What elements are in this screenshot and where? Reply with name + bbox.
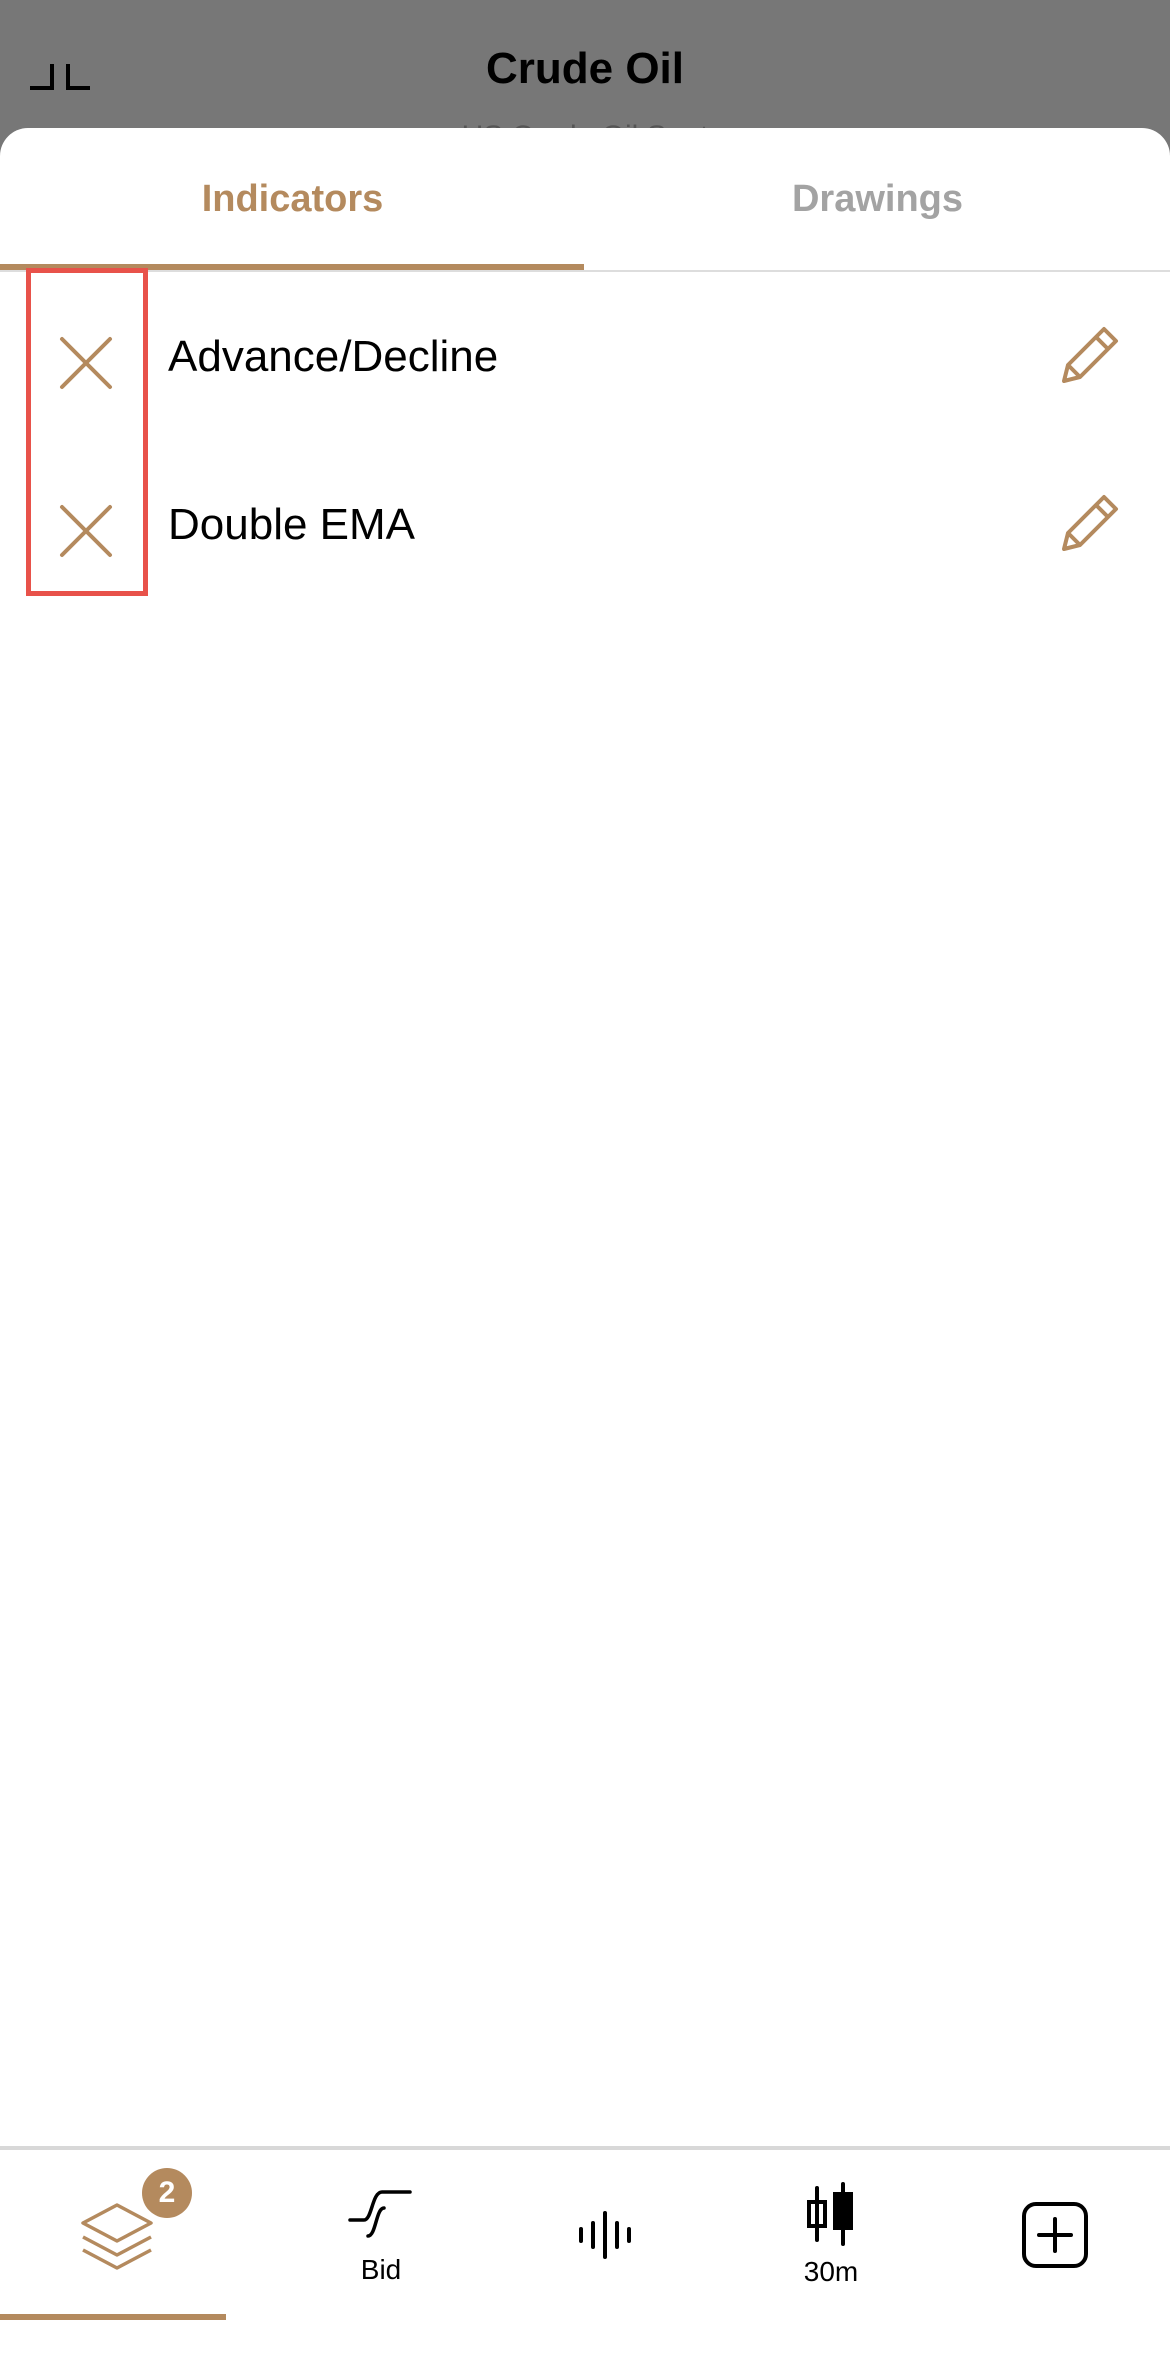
add-icon xyxy=(1022,2202,1088,2268)
add-button[interactable] xyxy=(938,2150,1170,2320)
active-tab-indicator xyxy=(0,264,584,270)
layers-count-badge: 2 xyxy=(142,2168,192,2218)
edit-pencil-icon[interactable] xyxy=(1050,481,1130,561)
indicator-label: Double EMA xyxy=(168,500,416,549)
tab-bar: Indicators Drawings xyxy=(0,128,1170,272)
remove-indicator-icon[interactable] xyxy=(46,323,126,403)
tab-drawings[interactable]: Drawings xyxy=(585,128,1170,270)
list-item: Double EMA xyxy=(0,441,1170,609)
app-header: Crude Oil US Crude Oil Spot xyxy=(0,0,1170,130)
remove-indicator-icon[interactable] xyxy=(46,491,126,571)
tab-indicators[interactable]: Indicators xyxy=(0,128,585,270)
bottom-toolbar: 2 Bid 30m xyxy=(0,2146,1170,2364)
indicator-label: Advance/Decline xyxy=(168,332,499,381)
price-type-label: Bid xyxy=(360,2254,402,2285)
interval-button[interactable]: 30m xyxy=(714,2150,948,2320)
layers-icon xyxy=(81,2203,153,2270)
indicators-sheet: Indicators Drawings Advance/Decline Doub… xyxy=(0,128,1170,2360)
active-toolbar-indicator xyxy=(0,2314,226,2320)
layers-button[interactable]: 2 xyxy=(0,2150,234,2320)
waveform-icon xyxy=(579,2211,631,2259)
price-type-button[interactable]: Bid xyxy=(264,2150,498,2320)
indicator-list: Advance/Decline Double EMA xyxy=(0,273,1170,609)
page-subtitle: US Crude Oil Spot xyxy=(0,115,1170,129)
price-curve-icon xyxy=(348,2190,412,2238)
page-title: Crude Oil xyxy=(485,44,685,93)
chart-style-button[interactable] xyxy=(489,2150,723,2320)
interval-label: 30m xyxy=(803,2256,859,2287)
candlestick-icon xyxy=(807,2182,853,2246)
edit-pencil-icon[interactable] xyxy=(1050,313,1130,393)
list-item: Advance/Decline xyxy=(0,273,1170,441)
